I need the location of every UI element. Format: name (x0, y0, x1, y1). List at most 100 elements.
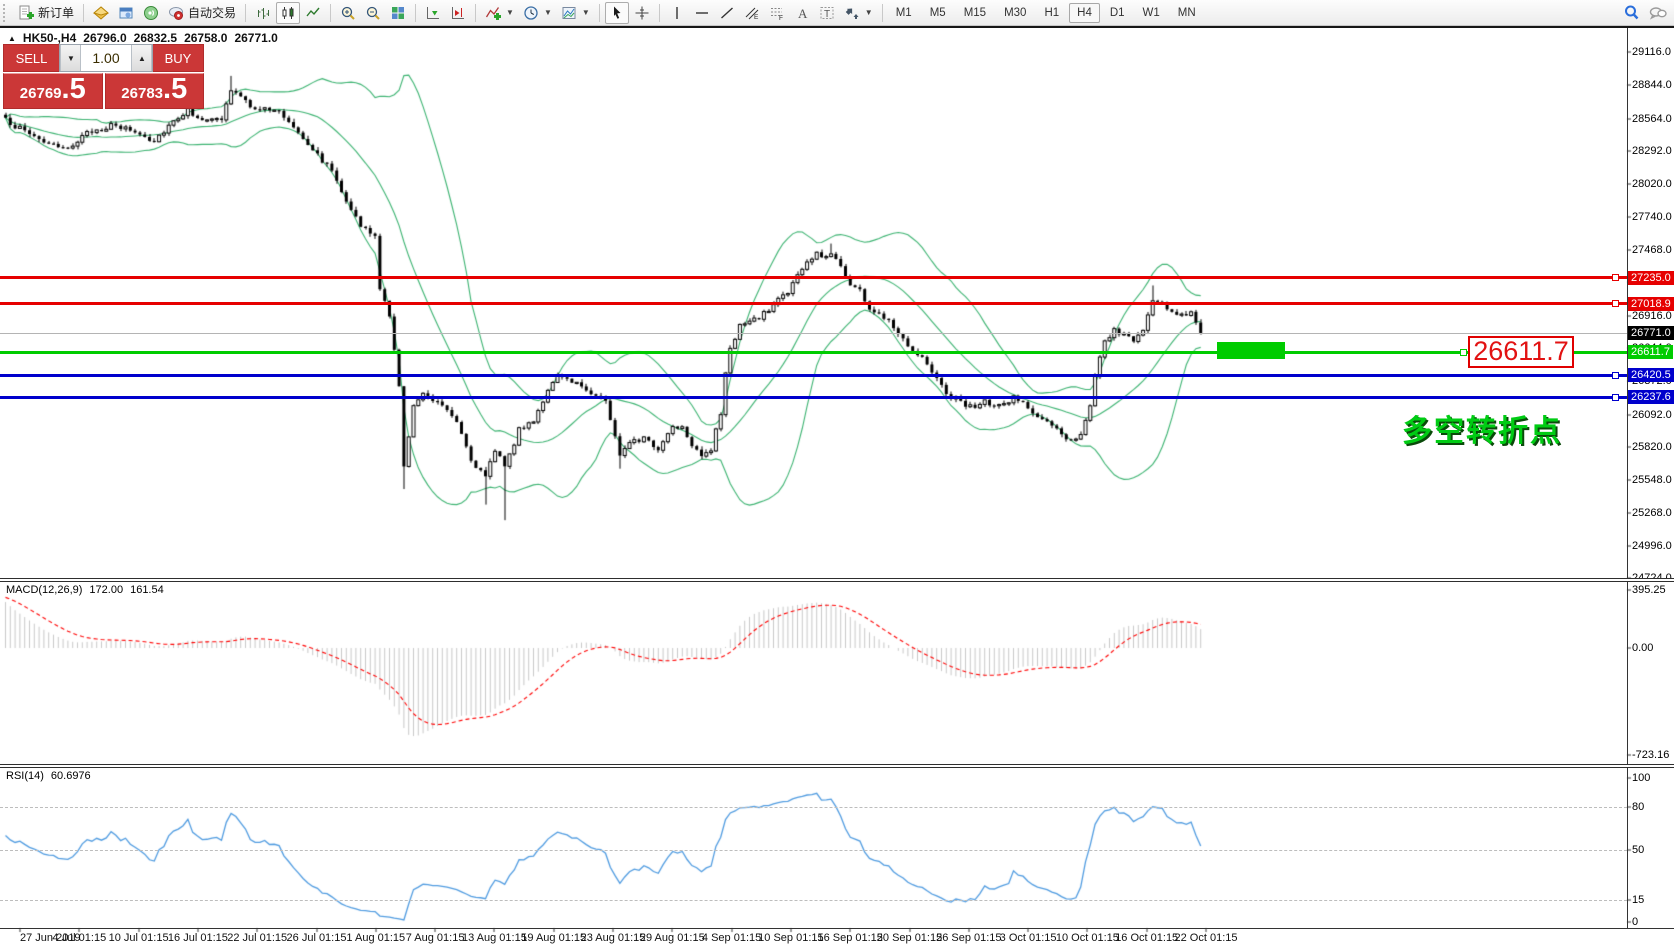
time-axis-label: 29 Aug 01:15 (640, 932, 705, 944)
cursor-tool-button[interactable] (605, 2, 629, 24)
trendline-icon (719, 5, 735, 21)
level-line-handle[interactable] (1612, 394, 1619, 401)
rsi-axis-label: 0 (1632, 916, 1638, 928)
sell-button[interactable]: SELL (3, 44, 59, 72)
text-label-tool-button[interactable]: T (815, 2, 839, 24)
rsi-level-line (0, 807, 1627, 808)
new-order-button[interactable]: 新订单 (14, 2, 78, 24)
level-line-handle[interactable] (1612, 372, 1619, 379)
level-price-label: 26237.6 (1628, 390, 1674, 404)
auto-scroll-icon (425, 5, 441, 21)
timeframe-m5-button[interactable]: M5 (922, 3, 954, 23)
green-rectangle-object[interactable] (1217, 342, 1285, 359)
level-price-label: 26420.5 (1628, 368, 1674, 382)
level-line-27018.9[interactable] (0, 302, 1627, 305)
volume-increase-button[interactable]: ▲ (131, 45, 152, 71)
periods-button[interactable]: ▼ (519, 2, 556, 24)
timeframe-d1-button[interactable]: D1 (1102, 3, 1133, 23)
macd-axis-label: 0.00 (1632, 642, 1653, 654)
time-axis-border (0, 928, 1674, 929)
rsi-pane-divider[interactable] (0, 764, 1674, 768)
fibonacci-tool-button[interactable]: F (765, 2, 789, 24)
separator (245, 4, 246, 22)
price-callout-26611[interactable]: 26611.7 (1468, 336, 1574, 368)
candlestick-chart-icon (280, 5, 296, 21)
autotrading-icon (168, 5, 184, 21)
level-line-26420.5[interactable] (0, 374, 1627, 377)
timeframe-m15-button[interactable]: M15 (956, 3, 994, 23)
dropdown-caret-icon: ▼ (544, 8, 552, 17)
one-click-trade-panel: SELL ▼ ▲ BUY 26769.5 26783.5 (3, 44, 204, 109)
new-order-label: 新订单 (38, 4, 74, 21)
level-line-27235.0[interactable] (0, 276, 1627, 279)
chart-shift-button[interactable] (446, 2, 470, 24)
y-axis-tick-label: 27740.0 (1632, 211, 1672, 223)
horizontal-line-tool-button[interactable] (690, 2, 714, 24)
zoom-in-button[interactable] (336, 2, 360, 24)
text-icon: A (794, 5, 810, 21)
level-line-26611.7[interactable] (0, 351, 1627, 354)
bar-chart-button[interactable] (251, 2, 275, 24)
time-axis-label: 1 Aug 01:15 (346, 932, 405, 944)
rsi-axis-label: 15 (1632, 894, 1644, 906)
channel-tool-button[interactable]: E (740, 2, 764, 24)
text-tool-button[interactable]: A (790, 2, 814, 24)
timeframe-h1-button[interactable]: H1 (1036, 3, 1067, 23)
indicators-button[interactable]: ▼ (481, 2, 518, 24)
time-axis-label: 10 Oct 01:15 (1056, 932, 1119, 944)
wizard-button[interactable] (89, 2, 113, 24)
template-icon (561, 5, 577, 21)
timeframe-mn-button[interactable]: MN (1170, 3, 1204, 23)
volume-decrease-button[interactable]: ▼ (60, 45, 81, 71)
time-axis-label: 19 Aug 01:15 (521, 932, 586, 944)
tile-windows-button[interactable] (386, 2, 410, 24)
chart-shift-icon (450, 5, 466, 21)
y-axis-tick-label: 28292.0 (1632, 145, 1672, 157)
price-chart-canvas[interactable] (0, 0, 1674, 947)
new-order-icon (18, 5, 34, 21)
level-line-26237.6[interactable] (0, 396, 1627, 399)
separator (475, 4, 476, 22)
y-axis-tick-label: 28564.0 (1632, 113, 1672, 125)
collapse-arrow-icon[interactable]: ▲ (8, 34, 16, 43)
level-line-handle[interactable] (1612, 274, 1619, 281)
volume-input[interactable] (81, 45, 131, 71)
search-button[interactable] (1619, 2, 1644, 24)
level-price-label: 26611.7 (1628, 345, 1673, 359)
signal-button[interactable] (139, 2, 163, 24)
arrows-tool-button[interactable]: ▼ (840, 2, 877, 24)
sell-price[interactable]: 26769.5 (3, 73, 103, 109)
signal-icon (143, 5, 159, 21)
svg-text:T: T (824, 9, 830, 20)
trendline-tool-button[interactable] (715, 2, 739, 24)
level-line-handle[interactable] (1612, 300, 1619, 307)
macd-main-value: 172.00 (89, 584, 123, 596)
buy-button[interactable]: BUY (153, 44, 204, 72)
symbol-period-label: HK50-,H4 (23, 31, 76, 45)
rsi-axis-label: 50 (1632, 844, 1644, 856)
crosshair-tool-button[interactable] (630, 2, 654, 24)
templates-button[interactable]: ▼ (557, 2, 594, 24)
autotrading-button[interactable]: 自动交易 (164, 2, 240, 24)
level-line-handle[interactable] (1460, 349, 1467, 356)
buy-price[interactable]: 26783.5 (105, 73, 205, 109)
time-axis-label: 10 Sep 01:15 (758, 932, 823, 944)
candlestick-chart-button[interactable] (276, 2, 300, 24)
chat-button[interactable] (1645, 2, 1671, 24)
data-window-icon (118, 5, 134, 21)
equidistant-channel-icon: E (744, 5, 760, 21)
time-axis-label: 16 Oct 01:15 (1115, 932, 1178, 944)
data-window-button[interactable] (114, 2, 138, 24)
vertical-line-tool-button[interactable] (665, 2, 689, 24)
zoom-out-button[interactable] (361, 2, 385, 24)
sell-price-pips: .5 (62, 76, 86, 102)
rsi-axis-label: 100 (1632, 772, 1650, 784)
dropdown-caret-icon: ▼ (582, 8, 590, 17)
timeframe-w1-button[interactable]: W1 (1135, 3, 1168, 23)
line-chart-button[interactable] (301, 2, 325, 24)
timeframe-m30-button[interactable]: M30 (996, 3, 1034, 23)
timeframe-m1-button[interactable]: M1 (888, 3, 920, 23)
timeframe-h4-button[interactable]: H4 (1069, 3, 1100, 23)
auto-scroll-button[interactable] (421, 2, 445, 24)
macd-pane-divider[interactable] (0, 578, 1674, 582)
